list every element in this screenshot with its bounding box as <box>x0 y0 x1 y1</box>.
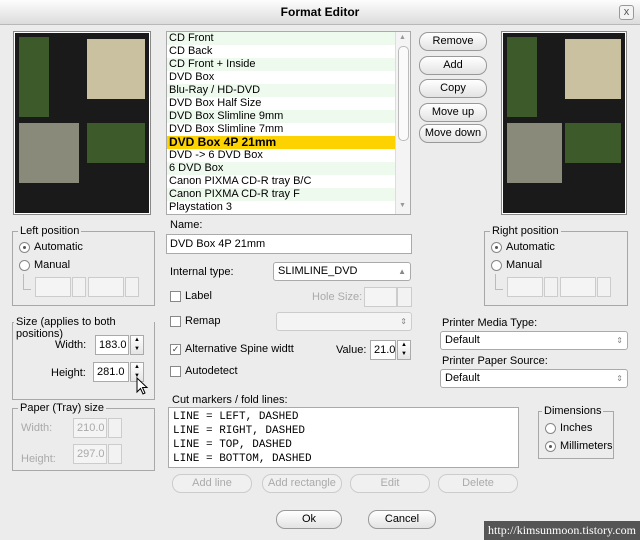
value-input[interactable]: 21.0 <box>370 340 396 360</box>
left-automatic-radio[interactable]: Automatic <box>19 241 83 253</box>
cancel-button[interactable]: Cancel <box>368 510 436 529</box>
delete-button[interactable]: Delete <box>438 474 518 493</box>
list-item[interactable]: Blu-Ray / HD-DVD <box>167 84 410 97</box>
paper-width-input[interactable]: 210.0 <box>73 418 107 438</box>
right-manual-radio[interactable]: Manual <box>491 259 542 271</box>
hole-size-input[interactable] <box>364 287 397 307</box>
internal-type-label: Internal type: <box>170 266 234 278</box>
dimensions-group: Dimensions Inches Millimeters <box>538 405 614 459</box>
list-item[interactable]: 6 DVD Box <box>167 162 410 175</box>
right-y-input[interactable] <box>560 277 596 297</box>
paper-height-label: Height: <box>21 453 56 465</box>
list-item[interactable]: DVD Box <box>167 71 410 84</box>
hole-size-label: Hole Size: <box>312 291 363 303</box>
scroll-thumb[interactable] <box>398 46 409 141</box>
close-button[interactable]: x <box>619 5 634 20</box>
hole-size-spinner[interactable] <box>397 287 412 307</box>
move-up-button[interactable]: Move up <box>419 103 487 122</box>
left-x-input[interactable] <box>35 277 71 297</box>
paper-width-spinner[interactable] <box>108 418 122 438</box>
list-item[interactable]: DVD -> 6 DVD Box <box>167 149 410 162</box>
list-item[interactable]: Canon PIXMA CD-R tray B/C <box>167 175 410 188</box>
group-title: Left position <box>18 225 82 237</box>
cut-markers-label: Cut markers / fold lines: <box>172 394 288 406</box>
copy-button[interactable]: Copy <box>419 79 487 98</box>
left-cover-preview <box>13 31 151 215</box>
right-automatic-radio[interactable]: Automatic <box>491 241 555 253</box>
right-cover-preview <box>501 31 627 215</box>
paper-height-spinner[interactable] <box>108 444 122 464</box>
height-label: Height: <box>51 367 86 379</box>
name-input[interactable]: DVD Box 4P 21mm <box>166 234 412 254</box>
scroll-up-icon[interactable]: ▲ <box>399 34 406 41</box>
right-x-spinner[interactable] <box>544 277 558 297</box>
list-item[interactable]: CD Front <box>167 32 410 45</box>
name-label: Name: <box>170 219 203 231</box>
move-down-button[interactable]: Move down <box>419 124 487 143</box>
millimeters-radio[interactable]: Millimeters <box>545 440 613 452</box>
internal-type-select[interactable]: SLIMLINE_DVD ▲ <box>273 262 411 281</box>
left-y-spinner[interactable] <box>125 277 139 297</box>
printer-media-label: Printer Media Type: <box>442 317 538 329</box>
left-y-input[interactable] <box>88 277 124 297</box>
paper-width-label: Width: <box>21 422 53 434</box>
add-line-button[interactable]: Add line <box>172 474 252 493</box>
value-spinner[interactable]: ▲ ▼ <box>397 340 411 360</box>
size-group: Size (applies to both positions) Width: … <box>12 316 155 400</box>
list-item[interactable]: DVD Box 4P 21mm <box>167 136 410 149</box>
remap-select[interactable]: ⇕ <box>276 312 412 331</box>
left-x-spinner[interactable] <box>72 277 86 297</box>
width-input[interactable]: 183.0 <box>95 335 129 355</box>
width-label: Width: <box>55 339 87 351</box>
list-item[interactable]: CD Front + Inside <box>167 58 410 71</box>
list-item[interactable]: Canon PIXMA CD-R tray F <box>167 188 410 201</box>
list-item[interactable]: CD Back <box>167 45 410 58</box>
autodetect-checkbox[interactable]: Autodetect <box>170 365 238 377</box>
title-bar: Format Editor <box>0 0 640 25</box>
scroll-down-icon[interactable]: ▼ <box>399 202 406 209</box>
printer-source-label: Printer Paper Source: <box>442 355 548 367</box>
printer-source-select[interactable]: Default ⇕ <box>440 369 628 388</box>
inches-radio[interactable]: Inches <box>545 422 592 434</box>
ok-button[interactable]: Ok <box>276 510 342 529</box>
right-position-group: Right position Automatic Manual <box>484 225 628 306</box>
height-input[interactable]: 281.0 <box>93 362 129 382</box>
edit-button[interactable]: Edit <box>350 474 430 493</box>
window-title: Format Editor <box>280 5 360 19</box>
printer-media-select[interactable]: Default ⇕ <box>440 331 628 350</box>
group-title: Dimensions <box>542 405 604 417</box>
updown-icon: ▲ <box>398 267 406 276</box>
list-item[interactable]: DVD Box Slimline 9mm <box>167 110 410 123</box>
mouse-cursor-icon <box>136 377 149 395</box>
list-item[interactable]: DVD Box Half Size <box>167 97 410 110</box>
left-position-group: Left position Automatic Manual <box>12 225 155 306</box>
right-y-spinner[interactable] <box>597 277 611 297</box>
paper-height-input[interactable]: 297.0 <box>73 444 107 464</box>
add-button[interactable]: Add <box>419 56 487 75</box>
left-manual-radio[interactable]: Manual <box>19 259 70 271</box>
cut-markers-textarea[interactable]: LINE = LEFT, DASHED LINE = RIGHT, DASHED… <box>168 407 519 468</box>
width-spinner[interactable]: ▲ ▼ <box>130 335 144 355</box>
group-title: Paper (Tray) size <box>18 402 106 414</box>
remove-button[interactable]: Remove <box>419 32 487 51</box>
list-item[interactable]: Playstation 3 <box>167 201 410 214</box>
group-title: Right position <box>490 225 561 237</box>
alternative-spine-checkbox[interactable]: ✓ Alternative Spine widtt <box>170 343 294 355</box>
paper-size-group: Paper (Tray) size Width: 210.0 Height: 2… <box>12 402 155 471</box>
format-list[interactable]: CD Front CD Back CD Front + Inside DVD Box B… <box>166 31 411 215</box>
label-checkbox[interactable]: Label <box>170 290 212 302</box>
right-x-input[interactable] <box>507 277 543 297</box>
remap-checkbox[interactable]: Remap <box>170 315 220 327</box>
value-label: Value: <box>336 344 367 356</box>
list-scrollbar[interactable]: ▲ ▼ <box>395 32 410 214</box>
watermark: http://kimsunmoon.tistory.com <box>484 521 640 540</box>
add-rectangle-button[interactable]: Add rectangle <box>262 474 342 493</box>
